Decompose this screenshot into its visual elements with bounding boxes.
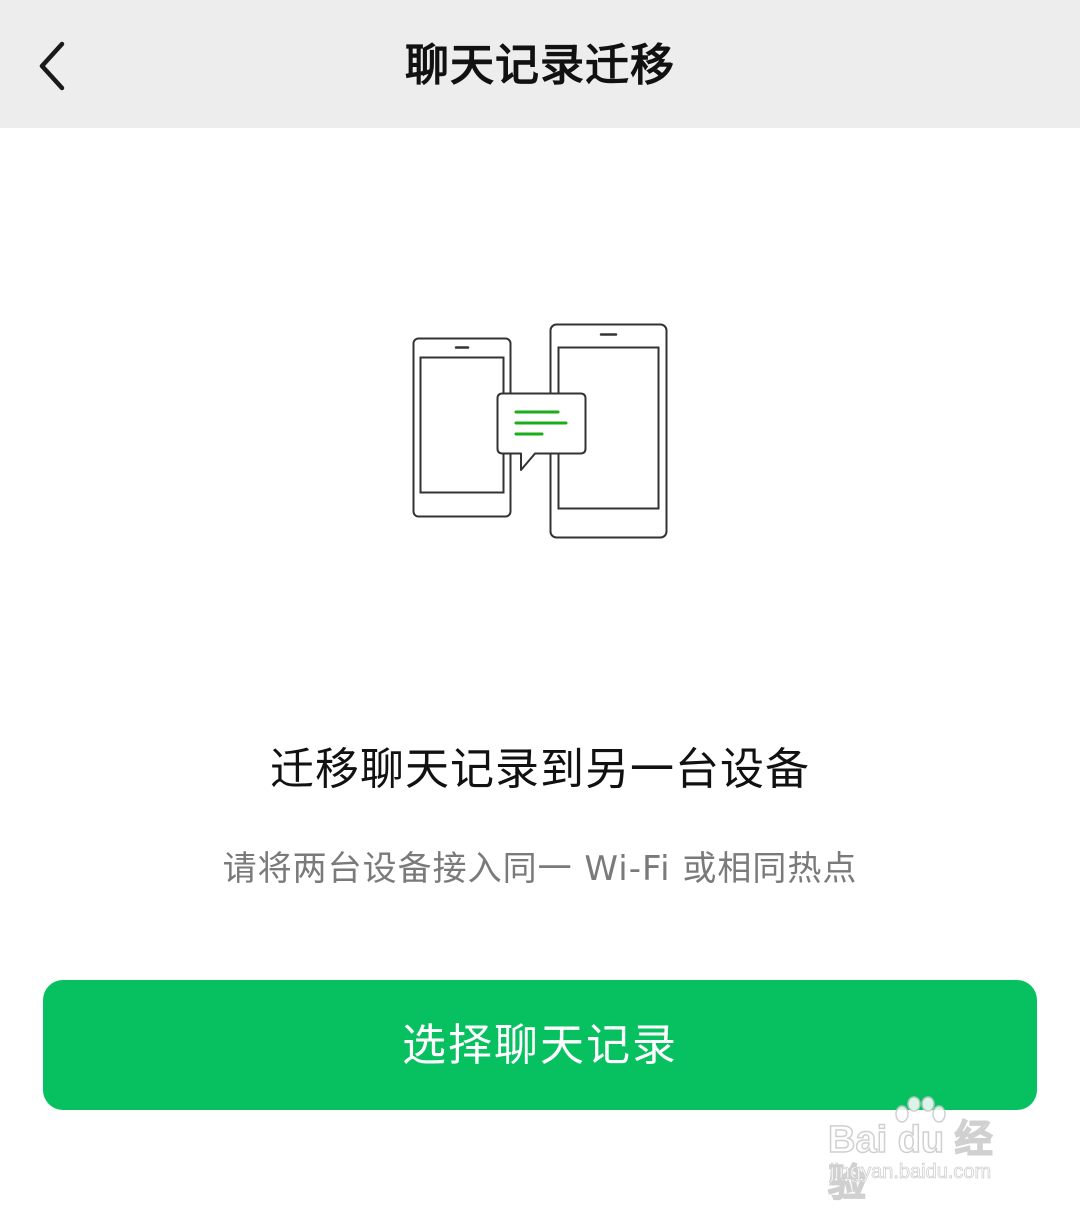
page-title: 聊天记录迁移 (405, 40, 675, 91)
baidu-jingyan-watermark: Bai du 经验 jingyan.baidu.com (827, 1096, 1028, 1206)
chat-migration-screen: 聊天记录迁移 迁移聊天记录到另一台设备 请将两台设备接入同一 Wi-Fi 或相同… (0, 0, 1080, 1209)
phone-icon (412, 337, 512, 518)
watermark-url: jingyan.baidu.com (830, 1161, 992, 1184)
migration-headline: 迁移聊天记录到另一台设备 (270, 744, 810, 795)
phone-to-tablet-chat-transfer-illustration (412, 323, 668, 539)
wifi-instruction-text: 请将两台设备接入同一 Wi-Fi 或相同热点 (222, 849, 858, 889)
select-chat-history-button[interactable]: 选择聊天记录 (43, 980, 1037, 1110)
top-navigation-bar: 聊天记录迁移 (0, 0, 1080, 128)
